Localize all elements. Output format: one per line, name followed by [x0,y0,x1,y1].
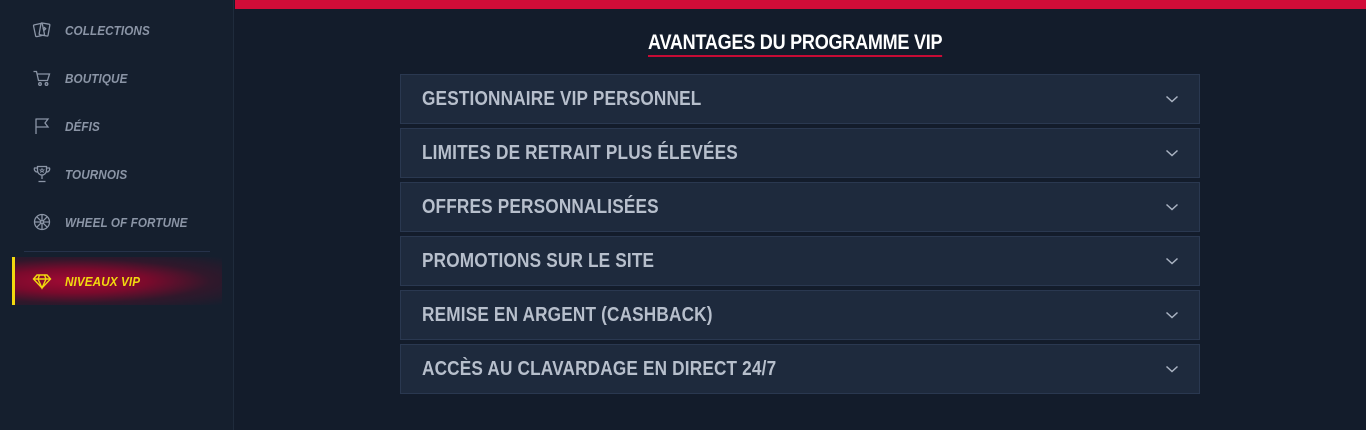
accordion-item-promotions[interactable]: PROMOTIONS SUR LE SITE [400,236,1200,286]
sidebar-item-wheel-of-fortune[interactable]: WHEEL OF FORTUNE [12,198,222,246]
diamond-icon [32,271,52,291]
sidebar-item-niveaux-vip[interactable]: NIVEAUX VIP [12,257,222,305]
cards-icon [32,20,52,40]
accordion-item-label: OFFRES PERSONNALISÉES [422,195,659,218]
wheel-icon [32,212,52,232]
chevron-down-icon [1165,309,1179,321]
sidebar-item-collections[interactable]: COLLECTIONS [12,6,222,54]
sidebar-item-label: BOUTIQUE [65,70,128,86]
vip-benefits-accordion: GESTIONNAIRE VIP PERSONNEL LIMITES DE RE… [400,74,1200,398]
sidebar-item-defis[interactable]: DÉFIS [12,102,222,150]
accordion-item-label: ACCÈS AU CLAVARDAGE EN DIRECT 24/7 [422,357,777,380]
accordion-item-limites-retrait[interactable]: LIMITES DE RETRAIT PLUS ÉLEVÉES [400,128,1200,178]
sidebar-item-label: NIVEAUX VIP [65,273,141,289]
trophy-icon [32,164,52,184]
accordion-item-cashback[interactable]: REMISE EN ARGENT (CASHBACK) [400,290,1200,340]
sidebar-divider [24,251,210,252]
accordion-item-label: PROMOTIONS SUR LE SITE [422,249,655,272]
chevron-down-icon [1165,93,1179,105]
flag-icon [32,116,52,136]
sidebar-item-label: DÉFIS [65,118,100,134]
page-title: AVANTAGES DU PROGRAMME VIP [648,31,943,57]
chevron-down-icon [1165,201,1179,213]
accordion-item-offres[interactable]: OFFRES PERSONNALISÉES [400,182,1200,232]
chevron-down-icon [1165,363,1179,375]
top-accent-bar [235,0,1366,9]
chevron-down-icon [1165,147,1179,159]
sidebar-item-boutique[interactable]: BOUTIQUE [12,54,222,102]
sidebar-item-label: WHEEL OF FORTUNE [65,214,188,230]
sidebar-item-label: COLLECTIONS [65,22,150,38]
cart-icon [32,68,52,88]
sidebar: COLLECTIONS BOUTIQUE DÉFIS TOURNOIS WHEE… [0,0,234,430]
accordion-item-label: GESTIONNAIRE VIP PERSONNEL [422,87,702,110]
sidebar-item-label: TOURNOIS [65,166,128,182]
accordion-item-label: REMISE EN ARGENT (CASHBACK) [422,303,713,326]
chevron-down-icon [1165,255,1179,267]
accordion-item-gestionnaire[interactable]: GESTIONNAIRE VIP PERSONNEL [400,74,1200,124]
accordion-item-label: LIMITES DE RETRAIT PLUS ÉLEVÉES [422,141,738,164]
accordion-item-clavardage[interactable]: ACCÈS AU CLAVARDAGE EN DIRECT 24/7 [400,344,1200,394]
sidebar-item-tournois[interactable]: TOURNOIS [12,150,222,198]
